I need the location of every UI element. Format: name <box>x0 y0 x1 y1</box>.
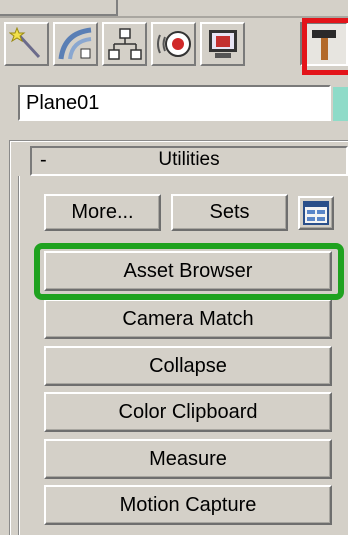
create-tab[interactable] <box>4 22 49 66</box>
rollout-title: Utilities <box>158 149 220 170</box>
motion-capture-button[interactable]: Motion Capture <box>44 485 332 525</box>
motion-icon <box>156 31 191 57</box>
motion-tab[interactable] <box>151 22 196 66</box>
collapse-button[interactable]: Collapse <box>44 346 332 386</box>
color-clipboard-button[interactable]: Color Clipboard <box>44 392 332 432</box>
rollout-border <box>18 176 20 535</box>
top-panel-edge <box>0 0 118 16</box>
configure-button-sets-button[interactable] <box>298 196 334 230</box>
asset-browser-highlight <box>34 243 344 300</box>
object-color-swatch[interactable] <box>333 87 348 121</box>
configure-sets-icon <box>303 201 329 225</box>
more-button[interactable]: More... <box>44 194 161 231</box>
measure-button[interactable]: Measure <box>44 439 332 479</box>
object-name-field[interactable] <box>18 85 331 121</box>
top-divider <box>0 16 348 18</box>
hierarchy-tab[interactable] <box>102 22 147 66</box>
display-tab[interactable] <box>200 22 245 66</box>
display-monitor-icon <box>208 30 237 58</box>
wand-icon <box>8 27 40 59</box>
hierarchy-icon <box>107 28 142 60</box>
sets-button[interactable]: Sets <box>171 194 288 231</box>
utilities-tab-highlight <box>302 18 348 75</box>
camera-match-button[interactable]: Camera Match <box>44 299 332 339</box>
modify-curve-icon <box>58 27 91 60</box>
modify-tab[interactable] <box>53 22 98 66</box>
